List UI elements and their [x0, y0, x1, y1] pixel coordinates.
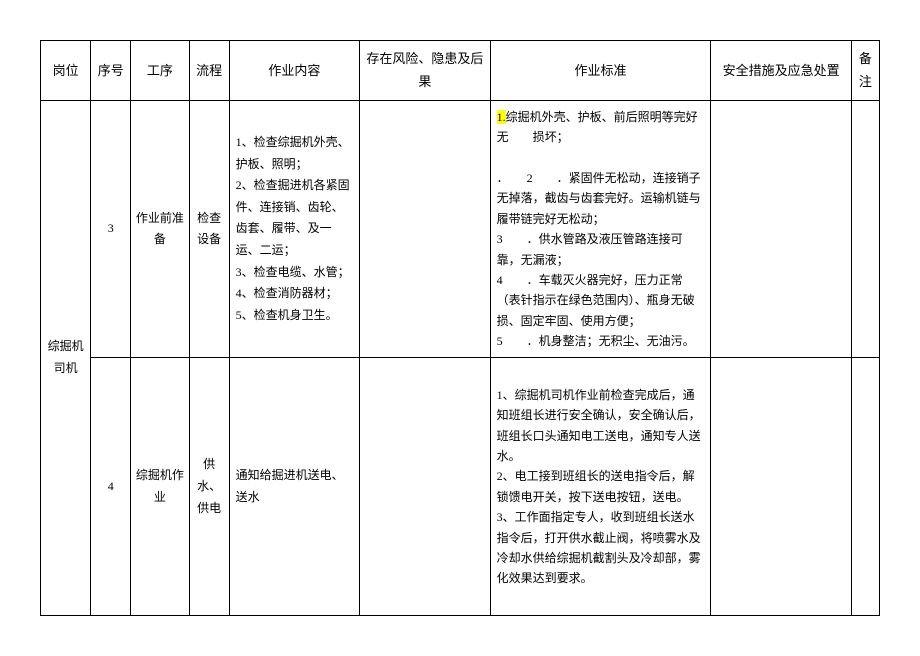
- cell-standard: 1、综掘机司机作业前检查完成后，通知班组长进行安全确认，安全确认后，班组长口头通…: [490, 358, 711, 616]
- work-table: 岗位 序号 工序 流程 作业内容 存在风险、隐患及后果 作业标准 安全措施及应急…: [40, 40, 880, 616]
- cell-seq: 4: [91, 358, 131, 616]
- cell-flow: 检查设备: [189, 100, 229, 358]
- cell-risks: [360, 100, 490, 358]
- table-row: 综掘机司机 3 作业前准备 检查设备 1、检查综掘机外壳、护板、照明； 2、检查…: [41, 100, 880, 358]
- std-line: ． 2 ．紧固件无松动，连接销子无掉落，截齿与齿套完好。运输机链与履带链完好无松…: [497, 171, 701, 226]
- highlight-prefix: 1.: [497, 110, 506, 124]
- content-line: 2、检查掘进机各紧固件、连接销、齿轮、齿套、履带、及一运、二运；: [236, 178, 350, 257]
- header-process: 工序: [131, 41, 189, 101]
- cell-seq: 3: [91, 100, 131, 358]
- header-position: 岗位: [41, 41, 91, 101]
- header-remark: 备注: [851, 41, 879, 101]
- std-line: 1、综掘机司机作业前检查完成后，通知班组长进行安全确认，安全确认后，班组长口头通…: [497, 388, 701, 463]
- table-header-row: 岗位 序号 工序 流程 作业内容 存在风险、隐患及后果 作业标准 安全措施及应急…: [41, 41, 880, 101]
- header-seq: 序号: [91, 41, 131, 101]
- cell-content: 通知给掘进机送电、送水: [229, 358, 359, 616]
- header-content: 作业内容: [229, 41, 359, 101]
- cell-remark: [851, 358, 879, 616]
- cell-flow: 供水、供电: [189, 358, 229, 616]
- content-line: 3、检查电缆、水管；4、检查消防器材；: [236, 265, 350, 301]
- cell-remark: [851, 100, 879, 358]
- header-risks: 存在风险、隐患及后果: [360, 41, 490, 101]
- header-flow: 流程: [189, 41, 229, 101]
- std-rest: 综掘机外壳、护板、前后照明等完好无 损坏；: [497, 110, 698, 144]
- std-line: 3 ．供水管路及液压管路连接可靠，无漏液；: [497, 232, 683, 266]
- cell-risks: [360, 358, 490, 616]
- header-safety: 安全措施及应急处置: [711, 41, 852, 101]
- std-line: 3、工作面指定专人，收到班组长送水指令后，打开供水截止阀，将喷雾水及冷却水供给综…: [497, 510, 701, 585]
- content-single: 通知给掘进机送电、送水: [236, 468, 344, 504]
- table-row: 4 综掘机作业 供水、供电 通知给掘进机送电、送水 1、综掘机司机作业前检查完成…: [41, 358, 880, 616]
- cell-process: 作业前准备: [131, 100, 189, 358]
- content-line: 5、检查机身卫生。: [236, 308, 338, 322]
- cell-standard: 1.综掘机外壳、护板、前后照明等完好无 损坏； ． 2 ．紧固件无松动，连接销子…: [490, 100, 711, 358]
- cell-safety: [711, 358, 852, 616]
- std-line: 2、电工接到班组长的送电指令后，解锁馈电开关，按下送电按钮，送电。: [497, 469, 695, 503]
- std-line: 5 ．机身整洁；无积尘、无油污。: [497, 334, 695, 348]
- cell-safety: [711, 100, 852, 358]
- header-standard: 作业标准: [490, 41, 711, 101]
- cell-position: 综掘机司机: [41, 100, 91, 615]
- cell-process: 综掘机作业: [131, 358, 189, 616]
- cell-content: 1、检查综掘机外壳、护板、照明； 2、检查掘进机各紧固件、连接销、齿轮、齿套、履…: [229, 100, 359, 358]
- content-line: 1、检查综掘机外壳、护板、照明；: [236, 135, 350, 171]
- std-line: 4 ．车载灭火器完好，压力正常（表针指示在绿色范围内）、瓶身无破损、固定牢固、使…: [497, 273, 695, 328]
